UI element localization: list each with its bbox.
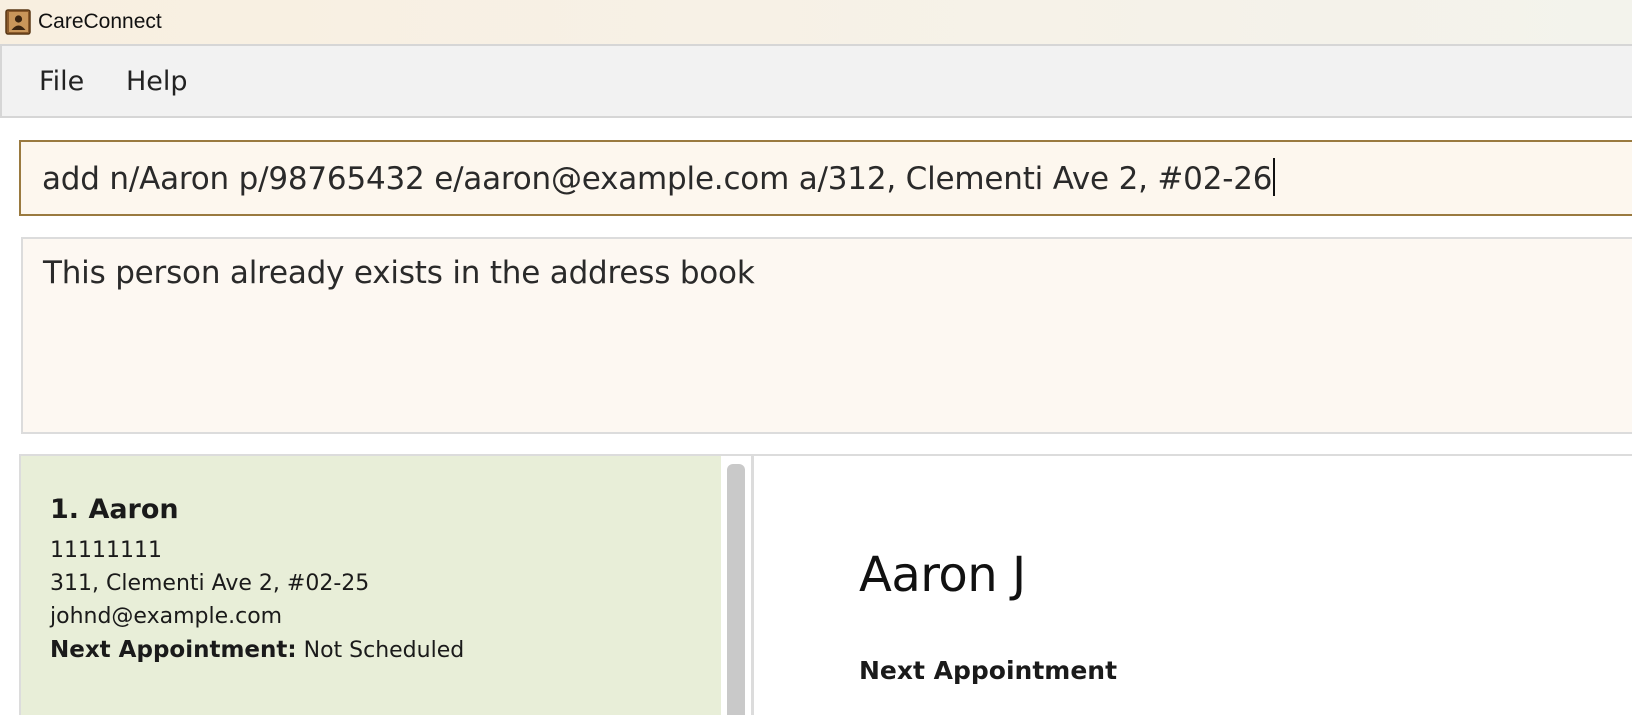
person-list-panel: 1. Aaron 11111111 311, Clementi Ave 2, #…	[19, 454, 751, 715]
list-scrollbar-thumb[interactable]	[727, 464, 745, 715]
menu-help[interactable]: Help	[126, 65, 188, 99]
address-book-icon	[5, 9, 31, 35]
detail-person-name: Aaron J	[859, 547, 1026, 603]
person-card-address: 311, Clementi Ave 2, #02-25	[50, 571, 370, 596]
result-message: This person already exists in the addres…	[43, 255, 755, 291]
command-input[interactable]: add n/Aaron p/98765432 e/aaron@example.c…	[42, 158, 1276, 199]
window-title: CareConnect	[38, 10, 162, 33]
appointment-value: Not Scheduled	[303, 638, 465, 663]
menu-file[interactable]: File	[39, 65, 84, 99]
person-card-appointment: Next Appointment: Not Scheduled	[50, 635, 464, 666]
title-bar: CareConnect	[0, 0, 1632, 44]
result-display: This person already exists in the addres…	[21, 237, 1632, 434]
command-box[interactable]: add n/Aaron p/98765432 e/aaron@example.c…	[19, 140, 1632, 216]
person-card-phone: 11111111	[50, 538, 162, 563]
person-card-name: 1. Aaron	[50, 494, 179, 525]
command-text: add n/Aaron p/98765432 e/aaron@example.c…	[42, 161, 1273, 197]
detail-appointment-heading: Next Appointment	[859, 656, 1118, 685]
app-window: CareConnect File Help add n/Aaron p/9876…	[0, 0, 1632, 715]
menu-bar: File Help	[0, 44, 1632, 118]
appointment-label: Next Appointment:	[50, 637, 297, 663]
text-caret	[1273, 158, 1276, 196]
person-detail-panel: Aaron J Next Appointment	[751, 454, 1632, 715]
person-card-email: johnd@example.com	[50, 604, 283, 629]
person-card[interactable]: 1. Aaron 11111111 311, Clementi Ave 2, #…	[21, 456, 721, 715]
